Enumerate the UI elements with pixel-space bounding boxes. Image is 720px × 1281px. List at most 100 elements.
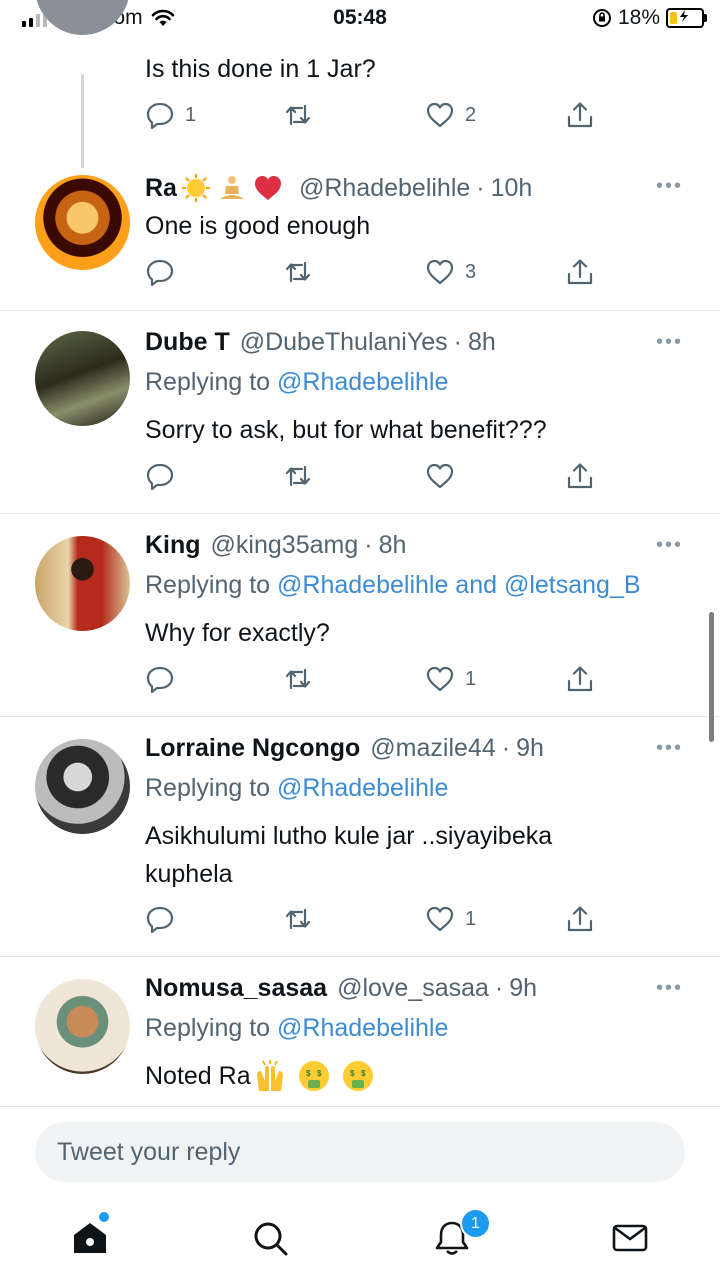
more-options-icon[interactable]: ••• bbox=[656, 331, 683, 354]
retweet-icon bbox=[285, 668, 311, 690]
more-options-icon[interactable]: ••• bbox=[656, 534, 683, 557]
tab-home[interactable] bbox=[60, 1208, 120, 1268]
tweet-actions: 1 bbox=[145, 904, 595, 934]
tweet[interactable]: King @king35amg · 8h ••• Replying to @Rh… bbox=[0, 513, 720, 717]
more-options-icon[interactable]: ••• bbox=[656, 737, 683, 760]
reply-input[interactable] bbox=[35, 1122, 685, 1182]
like-count: 1 bbox=[465, 907, 477, 930]
tweet-text: Why for exactly? bbox=[145, 619, 330, 647]
like-count: 3 bbox=[465, 260, 477, 283]
heart-icon bbox=[426, 666, 454, 692]
svg-text:$: $ bbox=[361, 1069, 366, 1078]
avatar[interactable] bbox=[35, 739, 130, 834]
retweet-button[interactable] bbox=[283, 664, 323, 694]
tweet-text: One is good enough bbox=[145, 212, 371, 240]
reply-icon bbox=[146, 666, 174, 694]
replying-to-mention[interactable]: @Rhadebelihle bbox=[277, 368, 448, 396]
tab-search[interactable] bbox=[240, 1208, 300, 1268]
thread-line bbox=[81, 74, 84, 168]
tweet-actions: 1 bbox=[145, 664, 595, 694]
tweet-time: 9h bbox=[509, 974, 538, 1002]
like-button[interactable]: 1 bbox=[425, 664, 476, 694]
like-button[interactable]: 2 bbox=[425, 100, 476, 130]
replying-to: Replying to @Rhadebelihle bbox=[145, 774, 448, 803]
display-name: Nomusa_sasaa bbox=[145, 974, 328, 1002]
tweet-text-row: Noted Ra $ $ $ $ bbox=[145, 1057, 685, 1095]
heart-icon bbox=[426, 906, 454, 932]
like-button[interactable]: 1 bbox=[425, 904, 476, 934]
tweet[interactable]: Is this done in 1 Jar? 1 2 bbox=[0, 0, 720, 170]
tweet-text: Is this done in 1 Jar? bbox=[145, 55, 376, 83]
user-handle: @love_sasaa bbox=[337, 974, 489, 1002]
share-button[interactable] bbox=[565, 257, 595, 287]
home-icon bbox=[74, 1223, 106, 1253]
tweet-time: 8h bbox=[378, 531, 407, 559]
user-handle: @DubeThulaniYes bbox=[239, 328, 448, 356]
avatar[interactable] bbox=[35, 0, 130, 35]
replying-to-mention[interactable]: @Rhadebelihle bbox=[277, 1014, 448, 1042]
tweet-time: 8h bbox=[467, 328, 496, 356]
replying-to-label: Replying to bbox=[145, 774, 271, 802]
more-options-icon[interactable]: ••• bbox=[656, 977, 683, 1000]
display-name: King bbox=[145, 531, 201, 559]
like-count: 2 bbox=[465, 103, 477, 126]
like-count: 1 bbox=[465, 667, 477, 690]
tweet[interactable]: Ra @Rhadebelihle · 10h ••• One is good e… bbox=[0, 170, 720, 310]
replying-to-mention[interactable]: @Rhadebelihle bbox=[277, 774, 448, 802]
share-icon bbox=[567, 259, 593, 285]
raising-hands-emoji bbox=[256, 1060, 283, 1091]
share-button[interactable] bbox=[565, 100, 595, 130]
lotus-position-emoji bbox=[219, 176, 244, 199]
share-icon bbox=[567, 463, 593, 489]
sun-emoji bbox=[181, 174, 210, 202]
search-icon bbox=[254, 1222, 288, 1256]
tweet-header: Dube T @DubeThulaniYes · 8h bbox=[145, 328, 496, 356]
reply-button[interactable]: 1 bbox=[145, 100, 196, 130]
replying-to: Replying to @Rhadebelihle and @letsang_B bbox=[145, 571, 641, 600]
heart-icon bbox=[426, 102, 454, 128]
avatar[interactable] bbox=[35, 536, 130, 631]
tweet-header: Lorraine Ngcongo @mazile44 · 9h bbox=[145, 734, 544, 762]
heart-icon bbox=[426, 463, 454, 489]
retweet-icon bbox=[285, 104, 311, 126]
reply-icon bbox=[146, 906, 174, 934]
display-name: Lorraine Ngcongo bbox=[145, 734, 361, 762]
user-handle: @mazile44 bbox=[370, 734, 496, 762]
notifications-badge: 1 bbox=[460, 1208, 491, 1239]
svg-text:$: $ bbox=[317, 1069, 322, 1078]
display-name: Ra bbox=[145, 173, 177, 202]
retweet-button[interactable] bbox=[283, 904, 323, 934]
reply-count: 1 bbox=[185, 103, 197, 126]
reply-button[interactable] bbox=[145, 461, 185, 491]
avatar[interactable] bbox=[35, 331, 130, 426]
scrollbar[interactable] bbox=[709, 612, 714, 742]
like-button[interactable] bbox=[425, 461, 465, 491]
replying-to-label: Replying to bbox=[145, 368, 271, 396]
share-button[interactable] bbox=[565, 664, 595, 694]
share-icon bbox=[567, 906, 593, 932]
like-button[interactable]: 3 bbox=[425, 257, 476, 287]
tab-messages[interactable] bbox=[600, 1208, 660, 1268]
tweet-text: Noted Ra bbox=[145, 1062, 251, 1090]
tweet-time: 10h bbox=[490, 173, 533, 202]
retweet-button[interactable] bbox=[283, 461, 323, 491]
share-button[interactable] bbox=[565, 461, 595, 491]
reply-button[interactable] bbox=[145, 904, 185, 934]
replying-to-label: Replying to bbox=[145, 571, 271, 599]
replying-to-mention[interactable]: @Rhadebelihle and @letsang_B bbox=[277, 571, 641, 599]
reply-button[interactable] bbox=[145, 257, 185, 287]
tweet[interactable]: Lorraine Ngcongo @mazile44 · 9h ••• Repl… bbox=[0, 716, 720, 957]
tweet-actions bbox=[145, 461, 595, 491]
money-mouth-face-emoji: $ $ bbox=[298, 1061, 329, 1091]
reply-icon bbox=[146, 259, 174, 287]
retweet-button[interactable] bbox=[283, 257, 323, 287]
retweet-button[interactable] bbox=[283, 100, 323, 130]
share-button[interactable] bbox=[565, 904, 595, 934]
avatar[interactable] bbox=[35, 175, 130, 270]
tweet-header: Nomusa_sasaa @love_sasaa · 9h bbox=[145, 974, 538, 1002]
tweet[interactable]: Dube T @DubeThulaniYes · 8h ••• Replying… bbox=[0, 310, 720, 514]
reply-button[interactable] bbox=[145, 664, 185, 694]
tweet[interactable]: Nomusa_sasaa @love_sasaa · 9h ••• Replyi… bbox=[0, 956, 720, 1107]
more-options-icon[interactable]: ••• bbox=[656, 175, 683, 198]
avatar[interactable] bbox=[35, 979, 130, 1074]
